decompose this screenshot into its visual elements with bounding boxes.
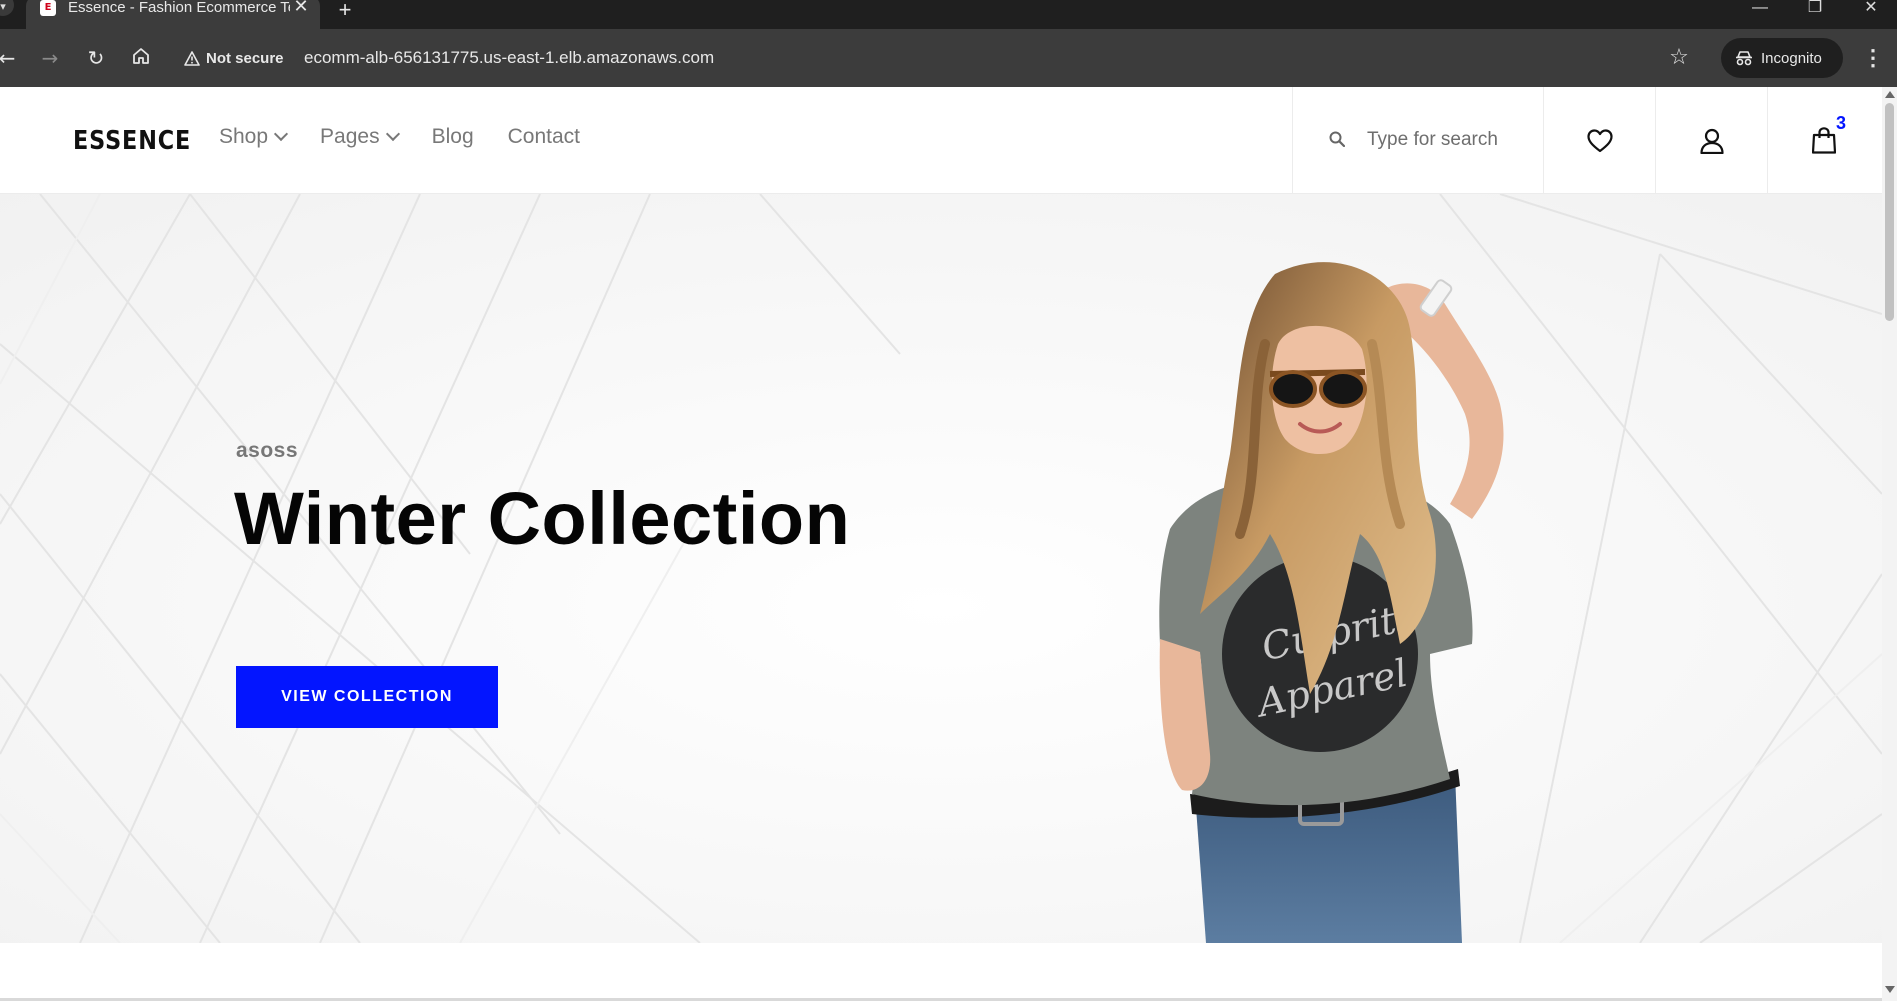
page-viewport: ESSENCE Shop Pages Blog Contact Type for… (0, 87, 1882, 1001)
site-header: ESSENCE Shop Pages Blog Contact Type for… (0, 87, 1882, 194)
incognito-label: Incognito (1761, 49, 1822, 67)
browser-toolbar: ← → ↻ Not secure ecomm-alb-656131775.us-… (0, 29, 1897, 87)
back-arrow-icon[interactable]: ← (0, 45, 20, 71)
hero-title: Winter Collection (234, 477, 851, 560)
incognito-icon (1736, 51, 1752, 66)
header-tools: 3 (1292, 87, 1879, 194)
nav-item-label: Blog (431, 125, 474, 148)
page-scrollbar[interactable] (1882, 87, 1897, 1001)
address-bar[interactable]: ecomm-alb-656131775.us-east-1.elb.amazon… (304, 48, 714, 68)
nav-item-label: Contact (507, 125, 580, 148)
tab-favicon-icon: E (40, 0, 56, 16)
tab-close-icon[interactable]: ✕ (291, 0, 311, 16)
nav-item-label: Pages (320, 125, 380, 148)
site-logo[interactable]: ESSENCE (73, 126, 191, 156)
page-below-hero (0, 943, 1882, 1001)
hero-banner: asoss Winter Collection VIEW COLLECTION (0, 194, 1882, 943)
minimize-icon[interactable]: — (1745, 0, 1775, 20)
hero-eyebrow: asoss (236, 439, 299, 462)
scrollbar-thumb[interactable] (1885, 103, 1894, 321)
tab-title: Essence - Fashion Ecommerce Template (68, 0, 290, 16)
warning-triangle-icon (184, 50, 200, 66)
reload-icon[interactable]: ↻ (83, 45, 109, 71)
scroll-up-arrow-icon[interactable] (1885, 91, 1895, 98)
new-tab-button[interactable]: + (333, 0, 357, 22)
chevron-down-icon (385, 126, 400, 142)
cart-count-badge: 3 (1836, 113, 1847, 133)
nav-item-contact[interactable]: Contact (508, 125, 580, 149)
search-box (1292, 87, 1543, 194)
close-window-icon[interactable]: ✕ (1856, 0, 1886, 20)
nav-item-label: Shop (219, 125, 269, 148)
main-nav: Shop Pages Blog Contact (219, 125, 614, 149)
browser-tab-active[interactable]: E Essence - Fashion Ecommerce Template ✕ (26, 0, 320, 29)
wishlist-button[interactable] (1543, 87, 1655, 194)
bookmark-star-icon[interactable]: ☆ (1665, 44, 1693, 72)
search-input[interactable] (1367, 125, 1527, 155)
cart-button[interactable]: 3 (1767, 87, 1879, 194)
heart-icon (1586, 128, 1613, 152)
nav-item-pages[interactable]: Pages (320, 125, 400, 149)
view-collection-button[interactable]: VIEW COLLECTION (236, 666, 498, 728)
nav-item-shop[interactable]: Shop (219, 125, 289, 149)
tab-search-button[interactable]: ▾ (0, 0, 14, 16)
browser-tab-bar: ▾ E Essence - Fashion Ecommerce Template… (0, 0, 1897, 29)
forward-arrow-icon[interactable]: → (37, 45, 63, 71)
search-icon[interactable] (1329, 131, 1345, 147)
home-icon[interactable] (128, 45, 154, 71)
chevron-down-icon (273, 126, 289, 142)
restore-icon[interactable]: ❐ (1800, 0, 1830, 20)
scroll-down-arrow-icon[interactable] (1885, 986, 1895, 993)
account-button[interactable] (1655, 87, 1767, 194)
hero-model-image: Culprit Apparel (1159, 262, 1504, 943)
shopping-bag-icon (1811, 127, 1836, 154)
nav-item-blog[interactable]: Blog (432, 125, 474, 149)
security-indicator[interactable]: Not secure (184, 46, 284, 70)
incognito-profile-button[interactable]: Incognito (1721, 38, 1843, 78)
user-icon (1699, 128, 1724, 154)
browser-menu-icon[interactable]: ⋮ (1862, 44, 1884, 72)
security-label: Not secure (206, 49, 284, 67)
